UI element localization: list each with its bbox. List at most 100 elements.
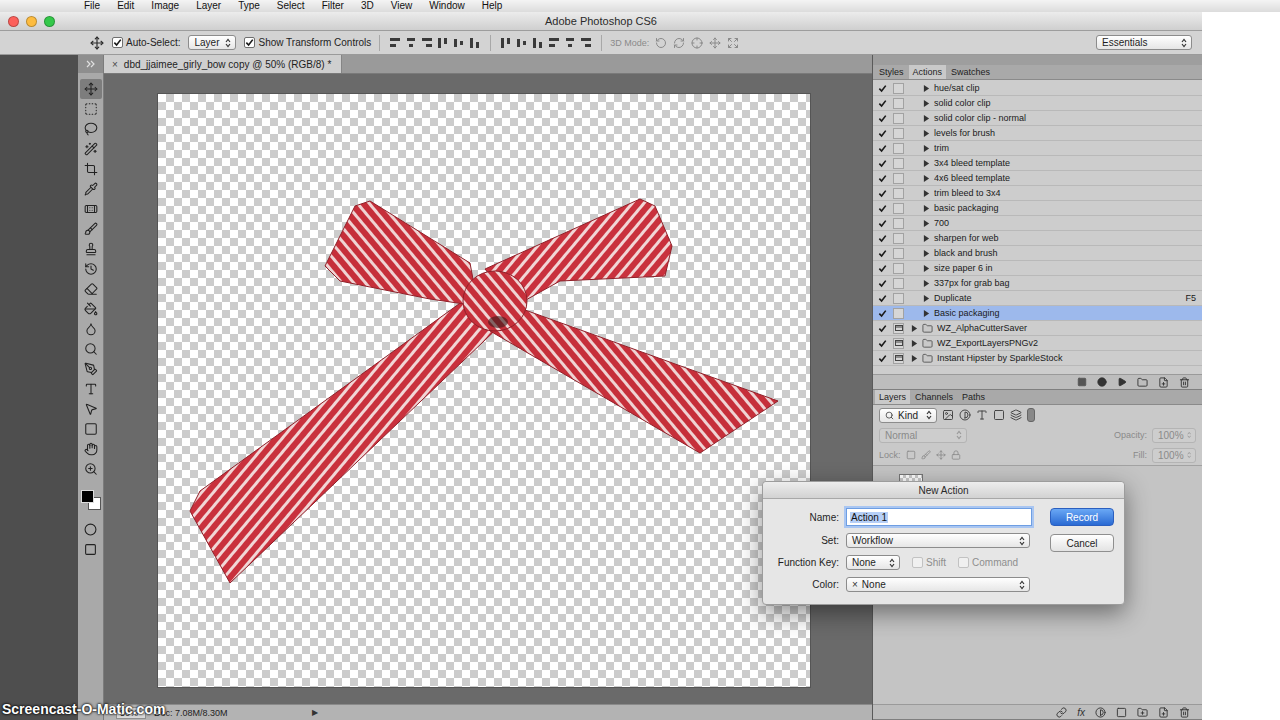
dialog-toggle[interactable] [893,113,904,124]
action-set-row[interactable]: WZ_AlphaCutterSaver [873,321,1202,336]
play-icon[interactable] [1117,377,1127,387]
collapse-chevrons-icon[interactable] [86,60,96,68]
align-icon[interactable] [452,36,466,50]
dialog-toggle[interactable] [893,263,904,274]
dialog-toggle[interactable] [893,353,904,364]
tool-button[interactable] [80,119,102,139]
dialog-toggle[interactable] [893,323,904,334]
align-icon[interactable] [579,36,593,50]
shape-filter-icon[interactable] [993,409,1005,421]
collapsed-caret-icon[interactable] [923,205,930,212]
panel-tab[interactable]: Layers [875,390,910,404]
menu-item[interactable]: Type [238,0,260,12]
layer-effects-button[interactable]: fx [1077,707,1085,718]
item-toggle[interactable] [873,354,891,363]
tool-button[interactable] [80,239,102,259]
new-action-icon[interactable] [1158,377,1169,388]
tool-button[interactable] [80,139,102,159]
collapsed-caret-icon[interactable] [923,100,930,107]
lock-all-icon[interactable] [951,450,961,460]
collapsed-caret-icon[interactable] [923,250,930,257]
lock-transparency-icon[interactable] [906,450,916,460]
action-row[interactable]: solid color clip - normal [873,111,1202,126]
filter-kind-select[interactable]: Kind [879,408,937,423]
color-select[interactable]: ×None [846,577,1030,592]
item-toggle[interactable] [873,144,891,153]
tool-button[interactable] [80,279,102,299]
item-toggle[interactable] [873,129,891,138]
item-toggle[interactable] [873,294,891,303]
minimize-button[interactable] [26,16,37,27]
align-icon[interactable] [547,36,561,50]
close-button[interactable] [8,16,19,27]
align-icon[interactable] [499,36,513,50]
fill-field[interactable]: 100% [1152,448,1196,463]
item-toggle[interactable] [873,174,891,183]
action-row[interactable]: solid color clip [873,96,1202,111]
align-icon[interactable] [515,36,529,50]
item-toggle[interactable] [873,234,891,243]
set-select[interactable]: Workflow [846,533,1030,548]
item-toggle[interactable] [873,324,891,333]
menu-item[interactable]: 3D [361,0,374,12]
action-row[interactable]: 337px for grab bag [873,276,1202,291]
item-toggle[interactable] [873,309,891,318]
delete-layer-icon[interactable] [1179,707,1190,718]
adjustment-layer-icon[interactable] [1095,707,1106,718]
panel-tab[interactable]: Swatches [947,65,994,79]
action-row[interactable]: DuplicateF5 [873,291,1202,306]
3d-roll-icon[interactable] [673,37,685,49]
tool-button[interactable] [80,259,102,279]
lock-pixels-icon[interactable] [921,450,931,460]
tool-button[interactable] [80,79,102,99]
action-row[interactable]: sharpen for web [873,231,1202,246]
dialog-toggle[interactable] [893,218,904,229]
foreground-color[interactable] [81,490,94,503]
panel-tab[interactable]: Styles [875,65,908,79]
document-canvas[interactable] [158,94,810,687]
adjustment-filter-icon[interactable] [959,409,971,421]
tool-button[interactable] [80,219,102,239]
dialog-toggle[interactable] [893,143,904,154]
action-row[interactable]: size paper 6 in [873,261,1202,276]
dialog-toggle[interactable] [893,98,904,109]
item-toggle[interactable] [873,159,891,168]
collapsed-caret-icon[interactable] [923,280,930,287]
action-set-row[interactable]: Instant Hipster by SparkleStock [873,351,1202,366]
panel-tab[interactable]: Channels [911,390,957,404]
item-toggle[interactable] [873,189,891,198]
action-row[interactable]: trim [873,141,1202,156]
dialog-toggle[interactable] [893,293,904,304]
transform-controls-checkbox[interactable]: Show Transform Controls [244,37,371,48]
collapsed-caret-icon[interactable] [923,190,930,197]
item-toggle[interactable] [873,114,891,123]
new-group-icon[interactable] [1137,707,1148,718]
auto-select-checkbox[interactable]: Auto-Select: [112,37,180,48]
dialog-toggle[interactable] [893,83,904,94]
tool-button[interactable] [80,399,102,419]
function-key-select[interactable]: None [846,555,900,570]
dock-collapse-strip[interactable] [873,55,1202,65]
3d-scale-icon[interactable] [727,37,739,49]
align-icon[interactable] [468,36,482,50]
align-icon[interactable] [420,36,434,50]
tool-button[interactable] [80,419,102,439]
tool-button[interactable] [80,199,102,219]
smart-object-filter-icon[interactable] [1010,409,1022,421]
action-row[interactable]: 4x6 bleed template [873,171,1202,186]
dialog-toggle[interactable] [893,188,904,199]
dialog-toggle[interactable] [893,278,904,289]
layer-mask-icon[interactable] [1116,707,1127,718]
screen-mode-button[interactable] [80,539,102,559]
tool-button[interactable] [80,159,102,179]
collapsed-caret-icon[interactable] [911,355,918,362]
collapsed-caret-icon[interactable] [923,115,930,122]
opacity-field[interactable]: 100% [1152,428,1196,443]
align-icon[interactable] [563,36,577,50]
item-toggle[interactable] [873,84,891,93]
pixel-filter-icon[interactable] [942,409,954,421]
tool-button[interactable] [80,359,102,379]
collapsed-caret-icon[interactable] [923,145,930,152]
blend-mode-select[interactable]: Normal [879,428,967,443]
document-tab[interactable]: ×dbd_jjaimee_girly_bow copy @ 50% (RGB/8… [104,55,342,73]
